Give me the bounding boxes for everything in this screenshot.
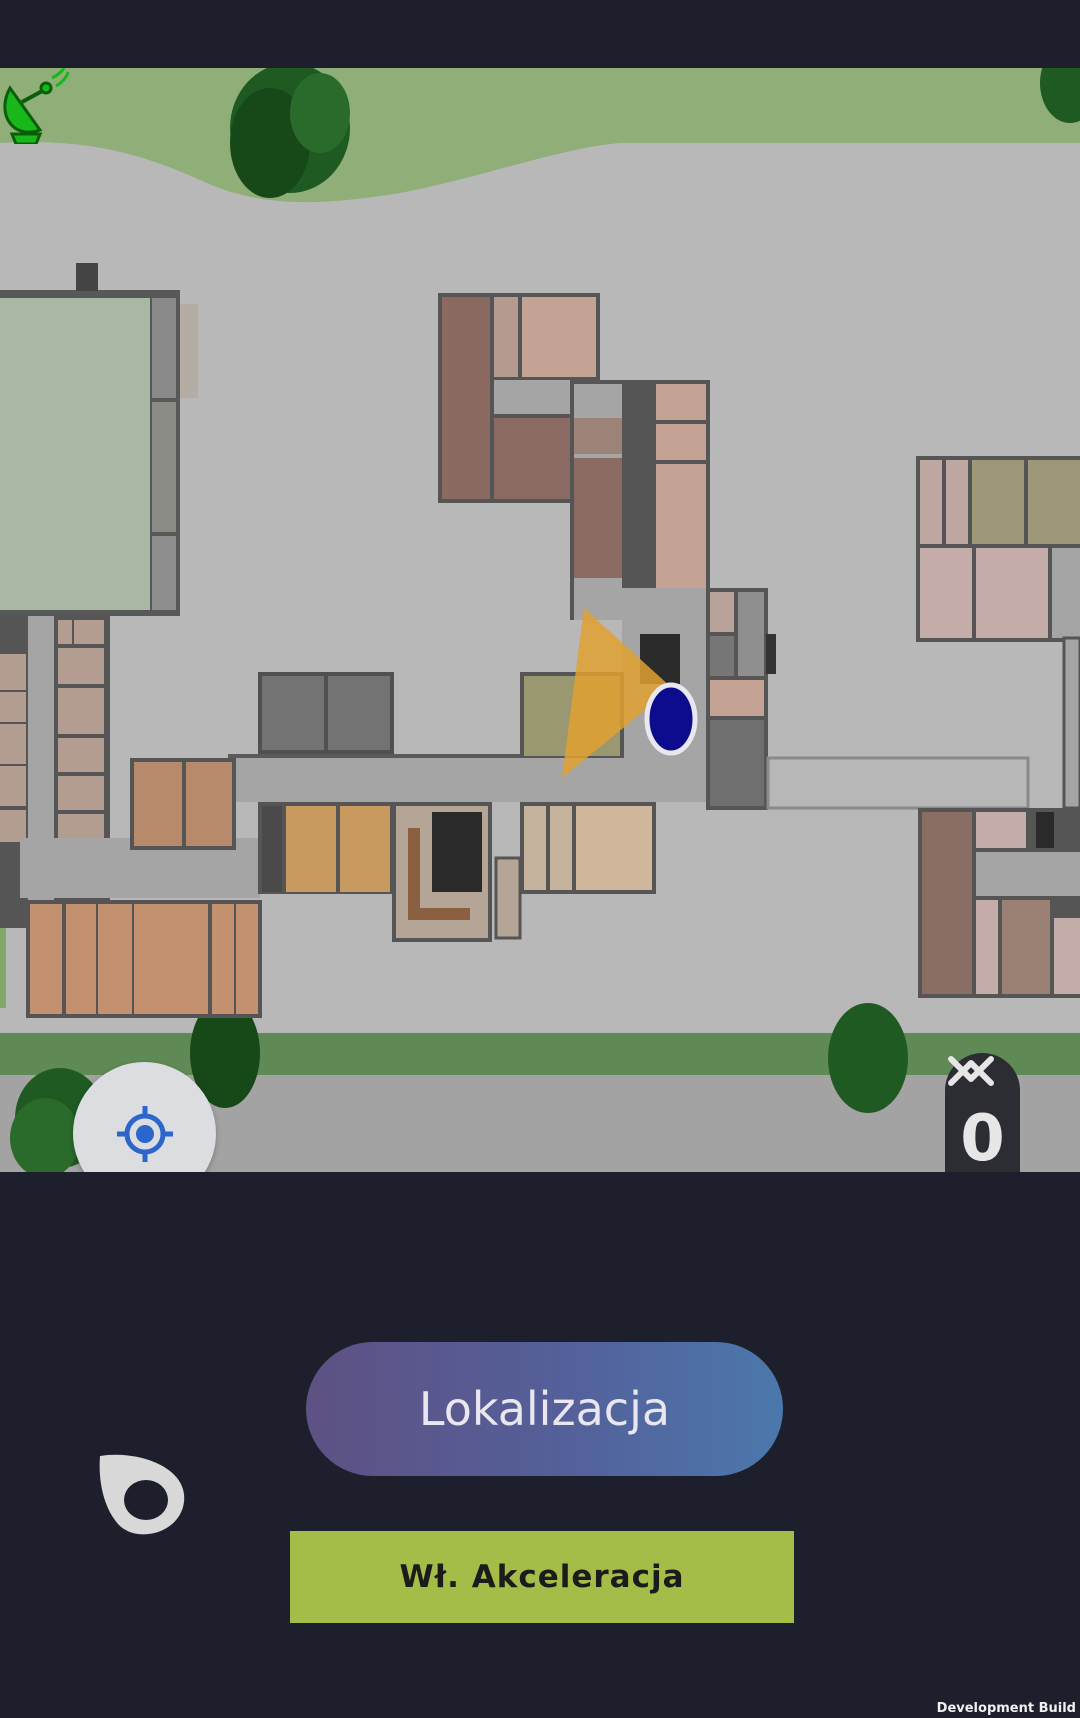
staircase xyxy=(432,812,482,892)
development-build-label: Development Build xyxy=(936,1701,1076,1716)
user-location-marker xyxy=(644,682,698,756)
lokalizacja-button[interactable]: Lokalizacja xyxy=(306,1342,783,1476)
floor-number: 0 xyxy=(960,1102,1005,1172)
map-view[interactable]: 0 xyxy=(0,68,1080,1172)
satellite-dish-icon xyxy=(3,68,70,144)
gym-hall xyxy=(0,298,150,610)
eye-drop-icon[interactable] xyxy=(96,1452,188,1542)
crosshair-target-icon xyxy=(117,1106,173,1162)
floor-selector: 0 xyxy=(945,1053,1020,1172)
chevron-down-icon[interactable] xyxy=(945,1053,997,1089)
accelerometer-toggle-button[interactable]: Wł. Akceleracja xyxy=(290,1531,794,1623)
grass-area xyxy=(0,68,1080,203)
floor-plan[interactable] xyxy=(0,68,1080,1172)
corridor xyxy=(232,758,712,802)
